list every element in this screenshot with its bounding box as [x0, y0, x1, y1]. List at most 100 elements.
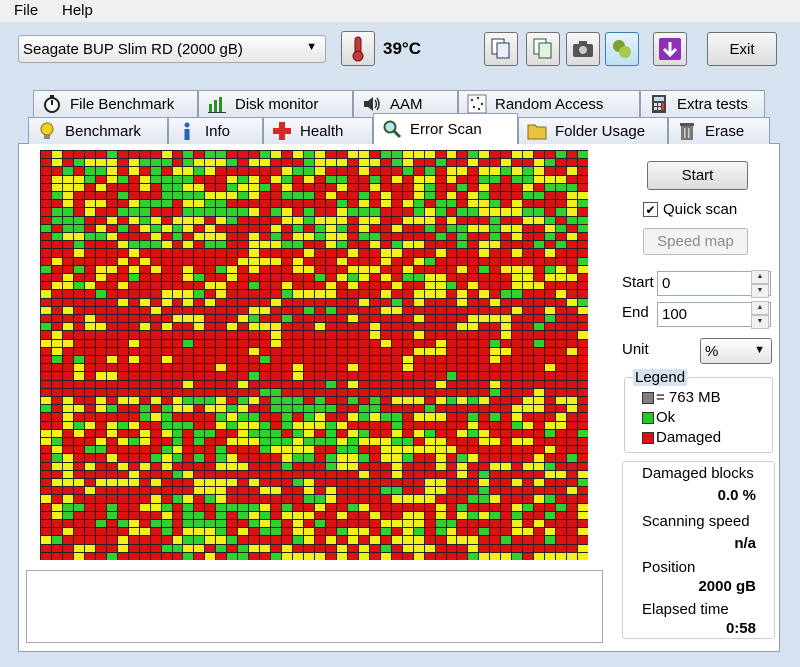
log-textbox[interactable] — [26, 570, 603, 643]
scan-block — [534, 503, 545, 511]
menu-help[interactable]: Help — [62, 2, 93, 19]
scan-block — [325, 479, 336, 487]
thermometer-button[interactable] — [341, 31, 375, 66]
scan-block — [293, 364, 304, 372]
scan-block — [347, 413, 358, 421]
start-button[interactable]: Start — [647, 161, 748, 190]
scan-block — [391, 339, 402, 347]
start-input[interactable]: 0 ▲ ▼ — [657, 269, 771, 298]
end-input[interactable]: 100 ▲ ▼ — [657, 300, 771, 329]
scan-block — [446, 315, 457, 323]
spin-up-icon[interactable]: ▲ — [751, 269, 769, 284]
scan-block — [446, 175, 457, 183]
copy-text-button[interactable] — [484, 32, 518, 66]
scan-block — [260, 495, 271, 503]
options-button[interactable] — [605, 32, 639, 66]
scan-block — [216, 462, 227, 470]
tab-info[interactable]: Info — [168, 117, 263, 144]
scan-block — [556, 479, 567, 487]
scan-block — [391, 397, 402, 405]
scan-block — [194, 413, 205, 421]
quick-scan-checkbox[interactable]: ✔ Quick scan — [643, 201, 737, 218]
scan-block — [304, 552, 314, 560]
unit-select[interactable]: % ▼ — [700, 338, 772, 364]
scan-block — [172, 274, 183, 282]
spin-down-icon[interactable]: ▼ — [751, 314, 769, 329]
scan-block — [347, 462, 358, 470]
drive-select[interactable]: Seagate BUP Slim RD (2000 gB) ▼ — [18, 35, 326, 63]
tab-health[interactable]: Health — [263, 117, 373, 144]
scan-block — [457, 470, 468, 478]
scan-block — [95, 528, 106, 536]
scan-block — [545, 495, 556, 503]
scan-block — [304, 503, 314, 511]
tab-erase[interactable]: Erase — [668, 117, 770, 144]
tab-benchmark[interactable]: Benchmark — [28, 117, 168, 144]
scan-block — [413, 503, 424, 511]
scan-block — [150, 520, 161, 528]
scan-block — [413, 183, 424, 191]
checkbox-box[interactable]: ✔ — [643, 202, 658, 217]
scan-block — [194, 372, 205, 380]
exit-button[interactable]: Exit — [707, 32, 777, 66]
scan-block — [73, 413, 84, 421]
copy-all-button[interactable] — [526, 32, 560, 66]
start-spinner[interactable]: ▲ ▼ — [751, 269, 769, 298]
scan-block — [216, 306, 227, 314]
scan-block — [490, 544, 501, 552]
scan-block — [446, 306, 457, 314]
tab-folder-usage[interactable]: Folder Usage — [518, 117, 668, 144]
tab-disk-monitor[interactable]: Disk monitor — [198, 90, 353, 117]
scan-block — [501, 405, 512, 413]
scan-block — [391, 520, 402, 528]
scan-block — [106, 274, 117, 282]
scan-block — [325, 487, 336, 495]
scan-block — [501, 183, 512, 191]
end-spinner[interactable]: ▲ ▼ — [751, 300, 769, 329]
tab-file-benchmark[interactable]: File Benchmark — [33, 90, 198, 117]
scan-block — [545, 167, 556, 175]
scan-block — [523, 397, 534, 405]
scan-block — [183, 347, 194, 355]
scan-block — [347, 265, 358, 273]
scan-block — [446, 265, 457, 273]
scan-block — [293, 347, 304, 355]
menu-file[interactable]: File — [14, 2, 38, 19]
scan-block — [578, 192, 588, 200]
download-button[interactable] — [653, 32, 687, 66]
tab-extra-tests[interactable]: Extra tests — [640, 90, 765, 117]
tab-error-scan[interactable]: Error Scan — [373, 113, 518, 144]
scan-block — [479, 520, 490, 528]
scan-block — [238, 192, 249, 200]
scan-block — [161, 241, 172, 249]
spin-up-icon[interactable]: ▲ — [751, 300, 769, 315]
scan-block — [260, 331, 271, 339]
scan-block — [446, 421, 457, 429]
scan-block — [282, 438, 293, 446]
scan-block — [523, 438, 534, 446]
scan-block — [271, 208, 282, 216]
speed-map-button[interactable]: Speed map — [643, 228, 748, 255]
scan-block — [578, 372, 588, 380]
scan-block — [413, 347, 424, 355]
scan-block — [457, 438, 468, 446]
scan-block — [62, 405, 73, 413]
scan-block — [369, 200, 380, 208]
scan-block — [391, 159, 402, 167]
scan-block — [249, 503, 260, 511]
scan-block — [117, 167, 128, 175]
scan-block — [446, 511, 457, 519]
scan-block — [150, 167, 161, 175]
scan-block — [523, 315, 534, 323]
scan-block — [315, 159, 325, 167]
spin-down-icon[interactable]: ▼ — [751, 283, 769, 298]
scan-block — [391, 298, 402, 306]
scan-block — [106, 495, 117, 503]
screenshot-button[interactable] — [566, 32, 600, 66]
scan-block — [260, 503, 271, 511]
scan-block — [304, 356, 314, 364]
scan-block — [391, 446, 402, 454]
scan-block — [271, 421, 282, 429]
scan-block — [41, 462, 51, 470]
scan-block — [183, 208, 194, 216]
